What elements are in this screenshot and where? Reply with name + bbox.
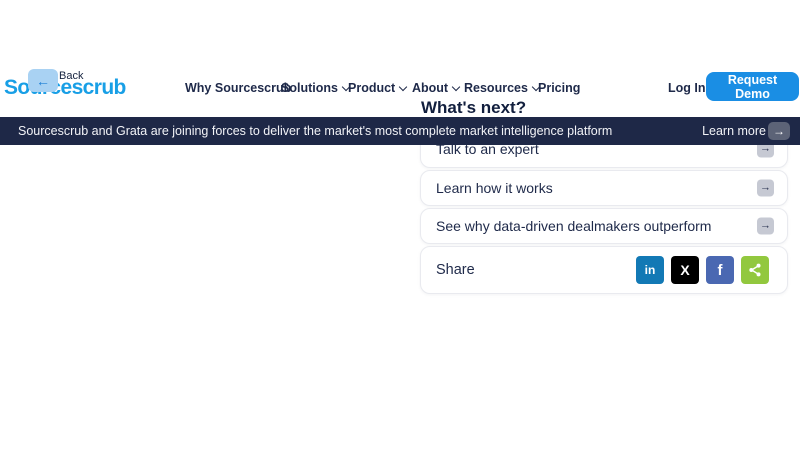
sharethis-share-button[interactable] [741,256,769,284]
login-link[interactable]: Log In [668,81,706,95]
arrow-right-icon[interactable]: → [757,180,774,197]
list-item-label: Learn how it works [436,180,553,196]
share-row: Share in X f [420,246,788,294]
nav-item-solutions[interactable]: Solutions [281,81,349,95]
nav-item-why-sourcescrub[interactable]: Why Sourcescrub [185,81,291,95]
list-item-learn-how-it-works[interactable]: Learn how it works → [420,170,788,206]
linkedin-icon: in [645,263,656,277]
arrow-right-icon: → [773,125,785,137]
back-label: Back [59,70,83,82]
announcement-banner: Sourcescrub and Grata are joining forces… [0,117,800,145]
nav-label: Resources [464,81,528,95]
nav-item-product[interactable]: Product [348,81,406,95]
arrow-right-icon[interactable]: → [757,218,774,235]
learn-more-arrow-button[interactable]: → [768,122,790,140]
site-header: Sourcescrub ← Back Why Sourcescrub Solut… [0,0,800,117]
nav-label: Product [348,81,395,95]
facebook-share-button[interactable]: f [706,256,734,284]
linkedin-share-button[interactable]: in [636,256,664,284]
share-label: Share [436,262,475,278]
list-item-dealmakers-outperform[interactable]: See why data-driven dealmakers outperfor… [420,208,788,244]
facebook-icon: f [718,262,723,279]
announcement-text: Sourcescrub and Grata are joining forces… [18,124,612,138]
nav-label: Solutions [281,81,338,95]
nav-item-resources[interactable]: Resources [464,81,539,95]
x-twitter-icon: X [680,262,689,278]
page: Sourcescrub ← Back Why Sourcescrub Solut… [0,0,800,450]
whats-next-heading: What's next? [421,98,526,118]
chevron-down-icon [452,82,460,90]
x-twitter-share-button[interactable]: X [671,256,699,284]
back-button[interactable]: ← [28,69,58,92]
request-demo-button[interactable]: Request Demo [706,72,799,101]
nav-label: Pricing [538,81,580,95]
nav-label: About [412,81,448,95]
nav-item-about[interactable]: About [412,81,459,95]
learn-more-link[interactable]: Learn more [702,124,766,138]
back-arrow-icon: ← [36,74,50,88]
list-item-label: See why data-driven dealmakers outperfor… [436,218,711,234]
nav-label: Why Sourcescrub [185,81,291,95]
share-nodes-icon [747,262,763,278]
nav-item-pricing[interactable]: Pricing [538,81,580,95]
chevron-down-icon [399,82,407,90]
